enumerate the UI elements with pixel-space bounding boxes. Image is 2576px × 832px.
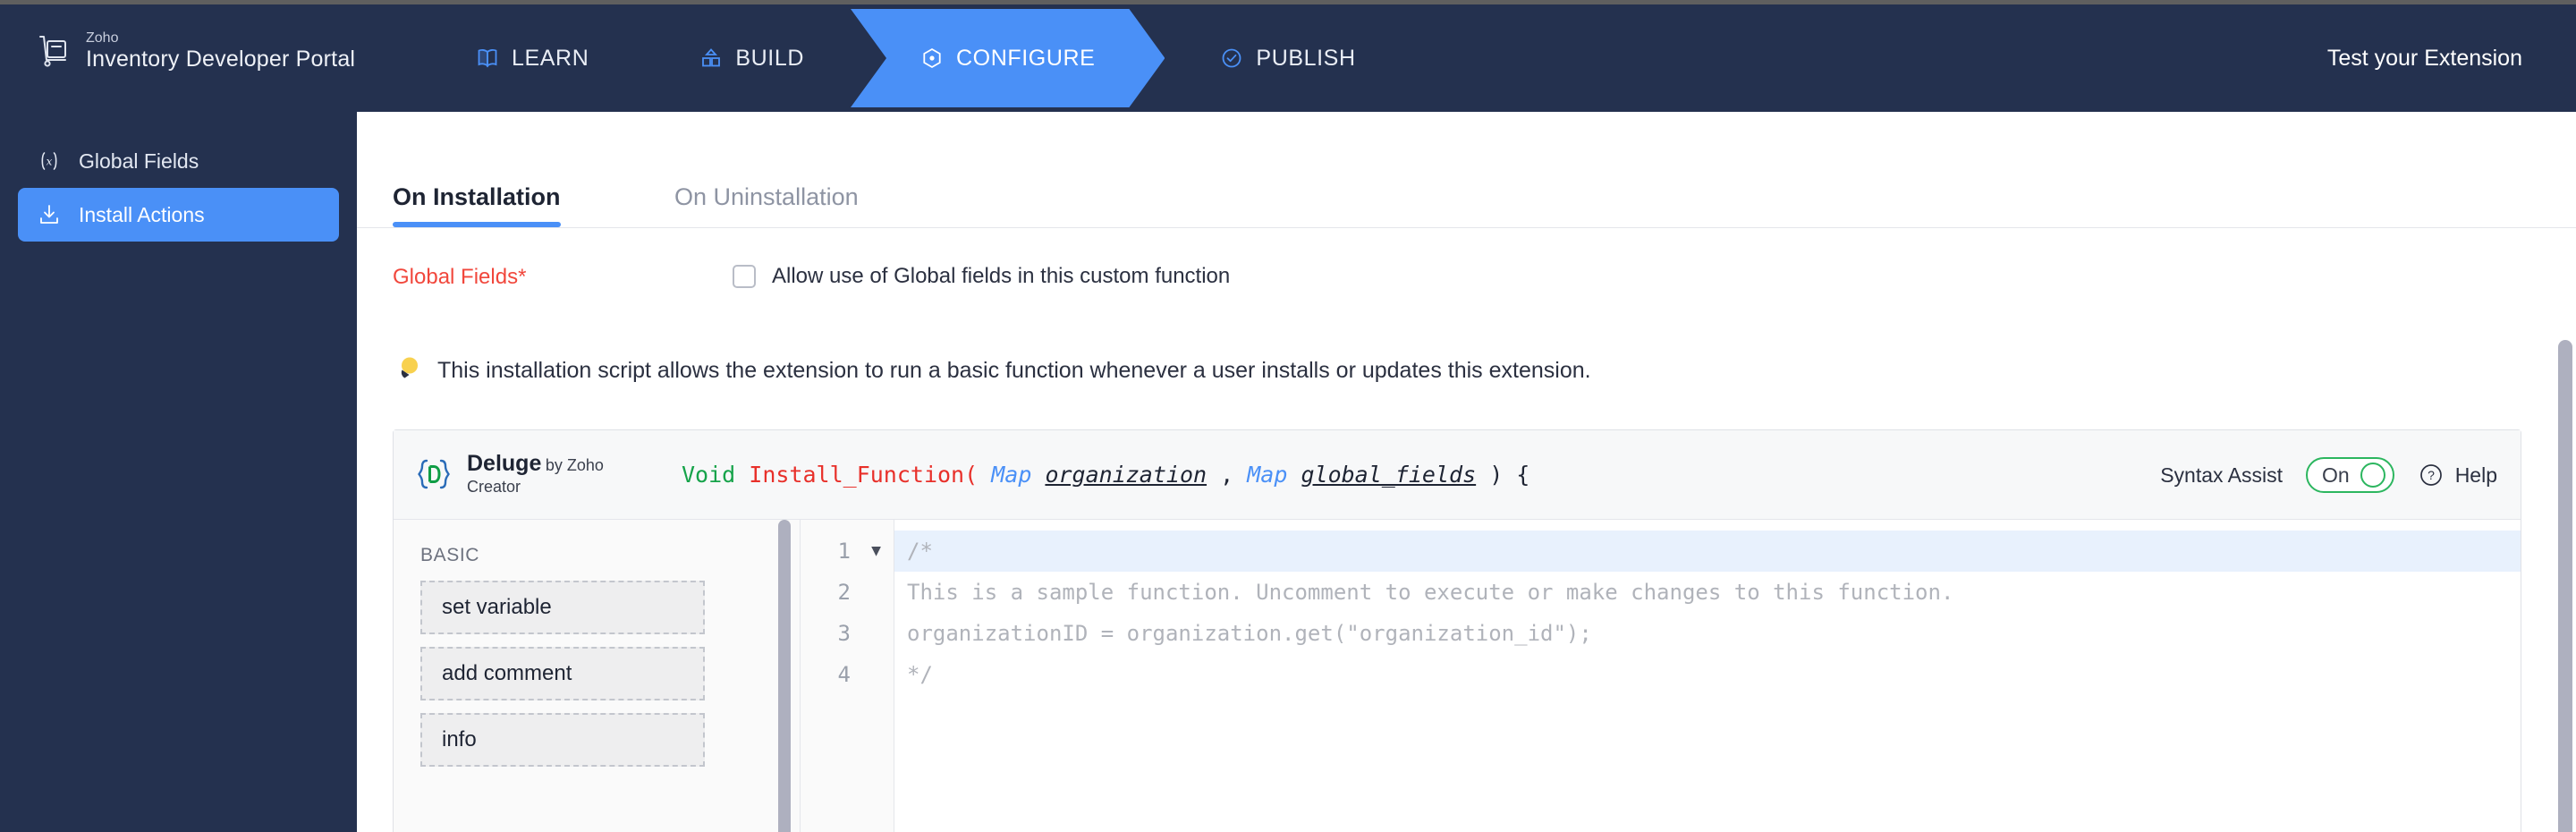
palette-section-title: BASIC xyxy=(420,545,480,565)
installation-hint-text: This installation script allows the exte… xyxy=(437,358,1591,383)
brand-title: Inventory Developer Portal xyxy=(86,47,356,72)
sidebar: x Global Fields Install Actions xyxy=(0,112,357,832)
nav-item-publish[interactable]: PUBLISH xyxy=(1165,9,1411,107)
allow-global-fields-label: Allow use of Global fields in this custo… xyxy=(772,264,1231,288)
nav-label-build: BUILD xyxy=(735,45,805,71)
code-line[interactable]: organizationID = organization.get("organ… xyxy=(894,613,2521,654)
book-icon xyxy=(476,47,499,70)
tab-on-installation[interactable]: On Installation xyxy=(393,183,561,227)
deluge-editor: Deluge by Zoho Creator Void Install_Func… xyxy=(393,429,2521,832)
line-number-text: 1 xyxy=(837,539,851,564)
line-number: 1 ▼ xyxy=(801,531,894,572)
signature-close: ) { xyxy=(1489,462,1530,488)
editor-body: BASIC set variable add comment info 1 ▼ xyxy=(394,520,2521,832)
nav-label-publish: PUBLISH xyxy=(1256,45,1356,71)
deluge-brand: Deluge by Zoho Creator xyxy=(413,451,637,497)
syntax-assist-label: Syntax Assist xyxy=(2160,463,2283,487)
block-palette: BASIC set variable add comment info xyxy=(394,520,801,832)
nav-item-learn[interactable]: LEARN xyxy=(420,9,644,107)
code-line[interactable]: /* xyxy=(894,531,2521,572)
toggle-knob xyxy=(2360,463,2385,488)
code-line[interactable]: */ xyxy=(894,654,2521,695)
variable-x-icon: x xyxy=(36,148,63,174)
line-number: 2 xyxy=(837,580,851,605)
allow-global-fields-checkbox[interactable] xyxy=(733,265,756,288)
brand-superscript: Zoho xyxy=(86,30,119,46)
lightbulb-icon xyxy=(393,353,423,388)
nav-label-configure: CONFIGURE xyxy=(956,45,1096,71)
svg-text:x: x xyxy=(47,156,53,168)
help-button[interactable]: ? Help xyxy=(2418,462,2497,488)
code-lines[interactable]: /* This is a sample function. Uncomment … xyxy=(894,520,2521,832)
editor-toolbar: Deluge by Zoho Creator Void Install_Func… xyxy=(394,430,2521,520)
syntax-assist-state: On xyxy=(2322,463,2350,487)
target-icon xyxy=(920,47,944,70)
code-fold-toggle-icon[interactable]: ▼ xyxy=(871,531,881,572)
code-editor[interactable]: 1 ▼ 2 3 4 /* This is a sample function. … xyxy=(801,520,2521,832)
sidebar-label-global-fields: Global Fields xyxy=(79,149,199,173)
signature-arg1-name[interactable]: organization xyxy=(1045,462,1207,488)
signature-arg2-name[interactable]: global_fields xyxy=(1301,462,1476,488)
sidebar-label-install-actions: Install Actions xyxy=(79,202,205,226)
sidebar-item-install-actions[interactable]: Install Actions xyxy=(18,188,339,242)
palette-block-set-variable[interactable]: set variable xyxy=(420,581,705,634)
global-fields-checkbox-group[interactable]: Allow use of Global fields in this custo… xyxy=(733,264,1230,289)
page-scrollbar[interactable] xyxy=(2558,340,2572,832)
content-tabs: On Installation On Uninstallation xyxy=(357,112,2576,228)
installation-hint: This installation script allows the exte… xyxy=(393,353,1591,388)
deluge-logo-icon xyxy=(413,454,454,495)
tab-on-uninstallation-label: On Uninstallation xyxy=(674,183,859,210)
syntax-assist-toggle[interactable]: On xyxy=(2306,457,2394,493)
svg-text:?: ? xyxy=(2428,468,2435,482)
help-label: Help xyxy=(2454,463,2497,487)
blocks-icon xyxy=(699,47,723,70)
line-number: 3 xyxy=(837,621,851,646)
download-icon xyxy=(36,201,63,228)
signature-function-name: Install_Function( xyxy=(749,462,979,488)
line-number-gutter: 1 ▼ 2 3 4 xyxy=(801,520,894,832)
tab-on-installation-label: On Installation xyxy=(393,183,561,210)
line-number: 4 xyxy=(837,662,851,687)
editor-toolbar-right: Syntax Assist On ? Help xyxy=(2160,430,2497,520)
deluge-name: Deluge xyxy=(467,451,542,477)
check-circle-icon xyxy=(1220,47,1243,70)
inventory-cart-icon xyxy=(36,32,73,70)
nav-item-build[interactable]: BUILD xyxy=(644,9,860,107)
global-fields-row: Global Fields* Allow use of Global field… xyxy=(393,264,1230,291)
global-fields-label: Global Fields* xyxy=(393,265,527,289)
test-your-extension-button[interactable]: Test your Extension xyxy=(2327,4,2522,112)
signature-comma: , xyxy=(1220,462,1234,488)
signature-return-type: Void xyxy=(682,462,736,488)
signature-arg2-type: Map xyxy=(1247,462,1288,488)
app-header: Zoho Inventory Developer Portal LEARN BU… xyxy=(0,4,2576,112)
main-content: On Installation On Uninstallation Global… xyxy=(357,112,2576,832)
question-circle-icon: ? xyxy=(2418,462,2445,488)
code-line[interactable]: This is a sample function. Uncomment to … xyxy=(894,572,2521,613)
palette-block-label: add comment xyxy=(442,661,572,685)
primary-nav: LEARN BUILD CONFIGURE PUBLISH xyxy=(420,9,1411,107)
nav-item-configure[interactable]: CONFIGURE xyxy=(851,9,1165,107)
signature-arg1-type: Map xyxy=(991,462,1032,488)
sidebar-item-global-fields[interactable]: x Global Fields xyxy=(18,134,339,188)
function-signature: Void Install_Function( Map organization … xyxy=(682,462,1530,488)
palette-block-label: info xyxy=(442,727,477,751)
palette-block-label: set variable xyxy=(442,595,552,619)
tab-on-uninstallation[interactable]: On Uninstallation xyxy=(674,183,859,227)
palette-block-add-comment[interactable]: add comment xyxy=(420,647,705,700)
palette-block-info[interactable]: info xyxy=(420,713,705,767)
test-your-extension-label: Test your Extension xyxy=(2326,45,2522,71)
brand[interactable]: Zoho Inventory Developer Portal xyxy=(36,31,355,71)
nav-label-learn: LEARN xyxy=(512,45,589,71)
palette-scrollbar[interactable] xyxy=(778,520,791,832)
